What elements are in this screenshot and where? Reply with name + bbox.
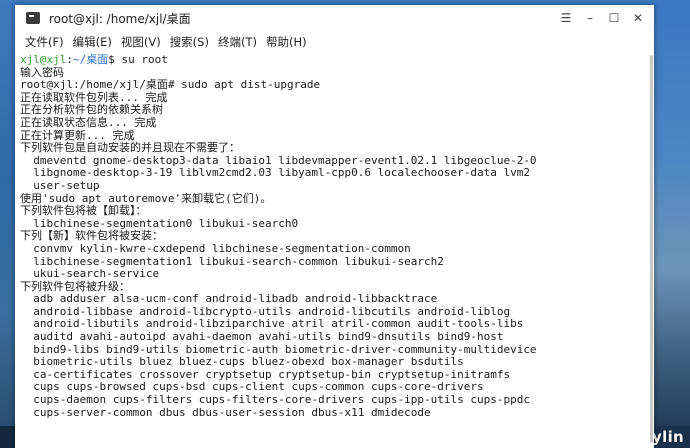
terminal-line: user-setup	[20, 178, 100, 192]
terminal-window[interactable]: root@xjl: /home/xjl/桌面 ☰ – ☐ ✕ 文件(F) 编辑(…	[15, 5, 654, 448]
prompt-command: su root	[114, 53, 168, 66]
prompt-separator: :	[66, 53, 73, 66]
terminal-line: cups-server-common dbus dbus-user-sessio…	[20, 405, 431, 419]
terminal-line: adb adduser alsa-ucm-conf android-libadb…	[20, 292, 438, 306]
terminal-app-icon	[26, 12, 40, 24]
terminal-line: 正在读取状态信息... 完成	[20, 115, 157, 129]
menu-edit[interactable]: 编辑(E)	[73, 34, 112, 50]
terminal-line: 下列软件包将被【卸载】：	[20, 204, 147, 218]
title-bar[interactable]: root@xjl: /home/xjl/桌面 ☰ – ☐ ✕	[15, 5, 654, 31]
terminal-line: ukui-search-service	[20, 267, 160, 281]
terminal-line: biometric-utils bluez bluez-cups bluez-o…	[20, 355, 464, 369]
terminal-prompt-line: xjl@xjl:~/桌面$ su root	[20, 53, 654, 67]
menu-icon[interactable]: ☰	[554, 7, 578, 29]
menu-file[interactable]: 文件(F)	[25, 34, 64, 50]
menu-view[interactable]: 视图(V)	[121, 34, 161, 50]
menu-bar: 文件(F) 编辑(E) 视图(V) 搜索(S) 终端(T) 帮助(H)	[15, 31, 654, 53]
terminal-line: root@xjl:/home/xjl/桌面# sudo apt dist-upg…	[20, 78, 321, 92]
menu-terminal[interactable]: 终端(T)	[218, 34, 257, 50]
terminal-lines: 输入密码 root@xjl:/home/xjl/桌面# sudo apt dist…	[20, 66, 654, 420]
minimize-button[interactable]: –	[578, 7, 602, 29]
terminal-line: libgnome-desktop-3-19 liblvm2cmd2.03 lib…	[20, 166, 530, 180]
terminal-line: cups-daemon cups-filters cups-filters-co…	[20, 393, 530, 407]
terminal-line: auditd avahi-autoipd avahi-daemon avahi-…	[20, 330, 504, 344]
terminal-output[interactable]: xjl@xjl:~/桌面$ su root 输入密码 root@xjl:/home…	[15, 53, 654, 448]
desktop-wallpaper-edge	[654, 0, 690, 448]
maximize-button[interactable]: ☐	[602, 7, 626, 29]
close-button[interactable]: ✕	[626, 7, 650, 29]
menu-help[interactable]: 帮助(H)	[266, 34, 307, 50]
scrollbar-thumb[interactable]	[650, 55, 653, 443]
terminal-line: convmv kylin-kwre-cxdepend libchinese-se…	[20, 241, 411, 255]
prompt-user-host: xjl@xjl	[20, 53, 67, 66]
terminal-line: 下列软件包是自动安装的并且现在不需要了：	[20, 141, 240, 155]
window-title: root@xjl: /home/xjl/桌面	[49, 11, 191, 26]
prompt-path: ~/桌面	[72, 53, 109, 66]
prompt-symbol: $	[108, 53, 115, 66]
window-controls: ☰ – ☐ ✕	[554, 5, 650, 31]
menu-search[interactable]: 搜索(S)	[170, 34, 209, 50]
